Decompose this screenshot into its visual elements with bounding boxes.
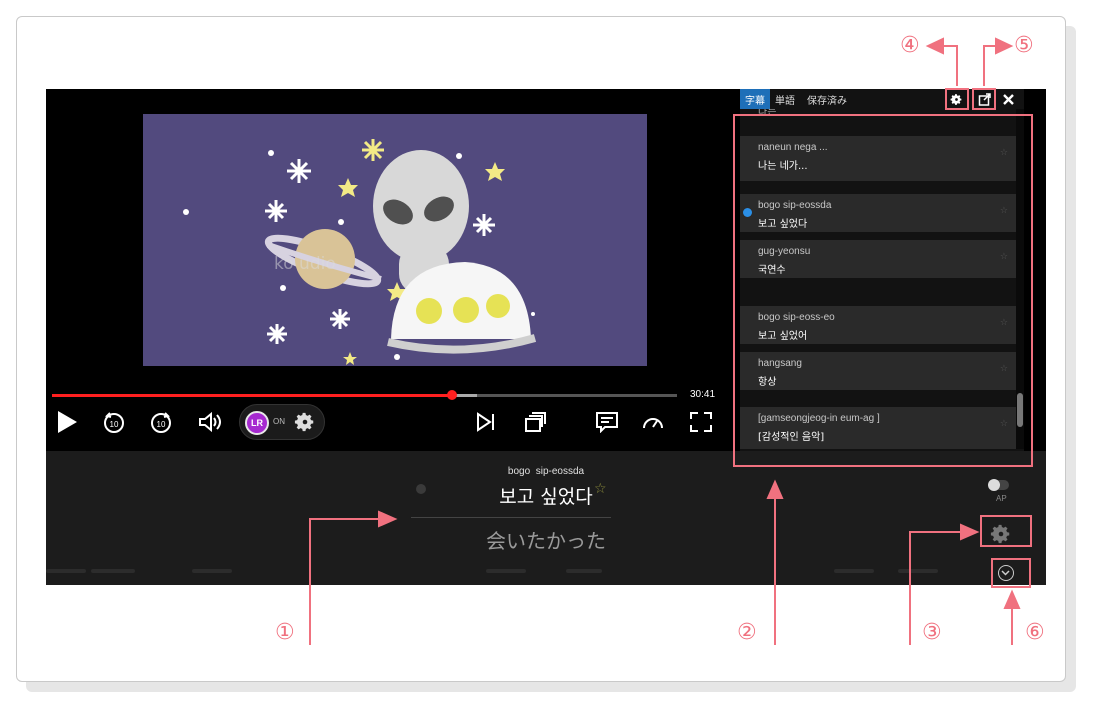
annotation-4: ④ (900, 33, 920, 58)
annotation-1: ① (275, 620, 295, 645)
annotation-6: ⑥ (1025, 620, 1045, 645)
annotation-5: ⑤ (1014, 33, 1034, 58)
annotation-2: ② (737, 620, 757, 645)
annotation-3: ③ (922, 620, 942, 645)
annotation-arrows (309, 37, 1021, 645)
